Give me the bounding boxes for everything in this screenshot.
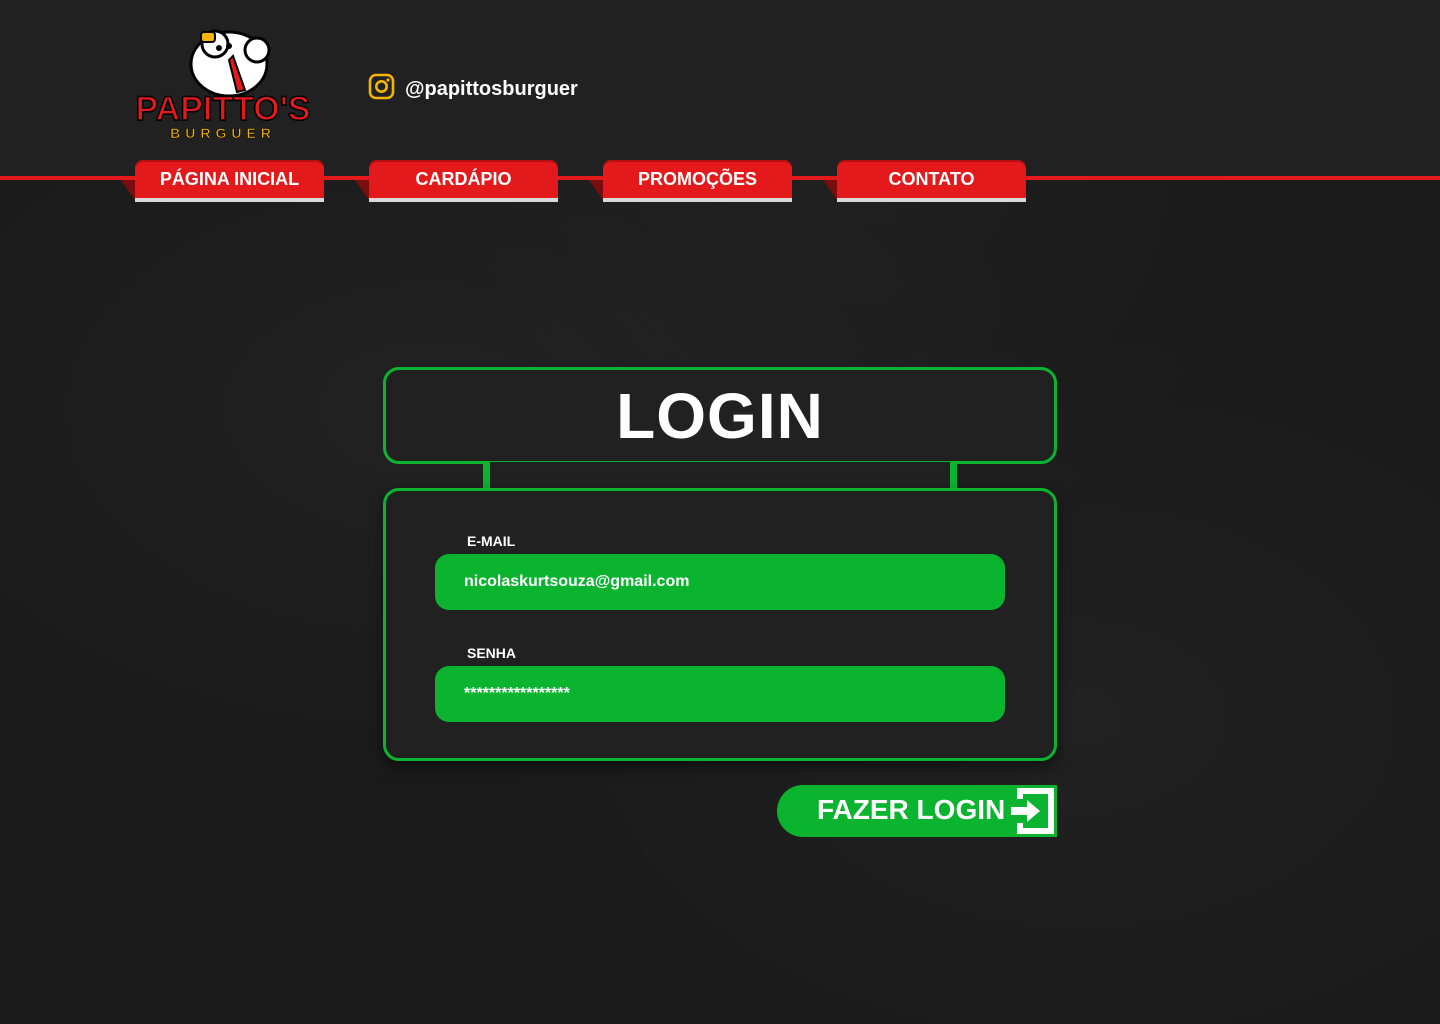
connector-right — [950, 462, 957, 490]
instagram-link[interactable]: @papittosburguer — [368, 73, 578, 105]
password-field[interactable]: ***************** — [435, 666, 1005, 722]
svg-text:PAPITTO'S: PAPITTO'S — [136, 90, 311, 128]
nav-item-pagina-inicial[interactable]: PÁGINA INICIAL — [121, 160, 325, 208]
connector-bar — [486, 462, 956, 490]
main-nav: PÁGINA INICIAL CARDÁPIO PROMOÇÕES CONTAT… — [0, 160, 1440, 210]
login-arrow-icon — [1009, 785, 1057, 837]
brand-logo[interactable]: PAPITTO'S BURGUER — [133, 28, 313, 142]
nav-item-cardapio[interactable]: CARDÁPIO — [355, 160, 559, 208]
connector-left — [483, 462, 490, 490]
nav-label[interactable]: CARDÁPIO — [369, 160, 558, 202]
instagram-icon — [368, 73, 395, 105]
password-label: SENHA — [467, 645, 517, 661]
nav-label[interactable]: PROMOÇÕES — [603, 160, 792, 202]
login-form: E-MAIL nicolaskurtsouza@gmail.com SENHA … — [383, 488, 1057, 761]
nav-label[interactable]: PÁGINA INICIAL — [135, 160, 324, 202]
nav-item-contato[interactable]: CONTATO — [823, 160, 1027, 208]
instagram-handle: @papittosburguer — [405, 77, 578, 100]
svg-text:BURGUER: BURGUER — [170, 125, 276, 141]
login-button-label: FAZER LOGIN — [817, 794, 1006, 825]
login-button[interactable]: FAZER LOGIN — [777, 785, 1057, 837]
papittos-logo-icon: PAPITTO'S BURGUER — [135, 29, 311, 141]
page-title: LOGIN — [616, 379, 824, 452]
nav-item-promocoes[interactable]: PROMOÇÕES — [589, 160, 793, 208]
login-title-box: LOGIN — [383, 367, 1057, 464]
nav-label[interactable]: CONTATO — [837, 160, 1026, 202]
email-label: E-MAIL — [467, 533, 516, 549]
email-field[interactable]: nicolaskurtsouza@gmail.com — [435, 554, 1005, 610]
